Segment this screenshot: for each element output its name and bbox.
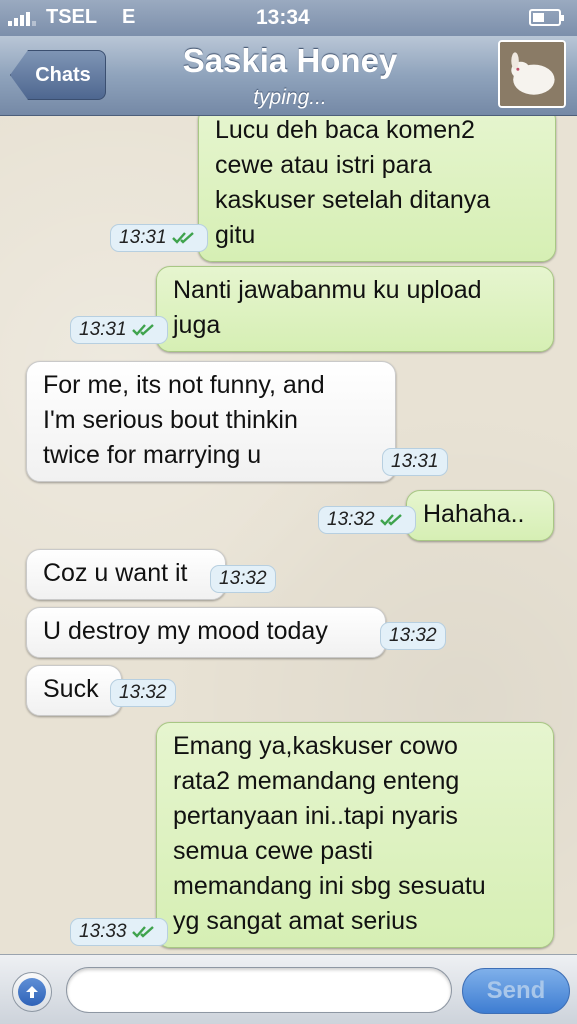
message-text: Lucu deh baca komen2 cewe atau istri par… — [215, 116, 491, 249]
outgoing-message-bubble[interactable]: Nanti jawabanmu ku upload juga — [156, 266, 554, 352]
read-double-check-icon — [171, 232, 194, 244]
message-timestamp: 13:32 — [318, 506, 416, 534]
message-timestamp: 13:31 — [110, 224, 208, 252]
timestamp-text: 13:32 — [327, 509, 375, 530]
message-input-bar: Send — [0, 954, 577, 1024]
attach-button[interactable] — [12, 972, 52, 1012]
message-text: Coz u want it — [43, 559, 188, 587]
network-type: E — [122, 6, 136, 28]
chat-history[interactable]: Lucu deh baca komen2 cewe atau istri par… — [0, 116, 577, 954]
message-text: Hahaha.. — [423, 500, 525, 528]
battery-icon — [529, 9, 564, 26]
message-input[interactable] — [66, 967, 452, 1013]
timestamp-text: 13:31 — [79, 319, 127, 340]
navigation-bar: Chats Saskia Honey typing... — [0, 36, 577, 116]
upload-arrow-icon — [18, 978, 46, 1006]
timestamp-text: 13:31 — [119, 227, 167, 248]
message-text: U destroy my mood today — [43, 617, 328, 645]
carrier-name: TSEL — [46, 6, 98, 28]
timestamp-text: 13:32 — [219, 568, 267, 589]
incoming-message-bubble[interactable]: Coz u want it — [26, 549, 226, 600]
message-timestamp: 13:32 — [380, 622, 446, 650]
rabbit-photo-icon — [500, 42, 564, 106]
battery-level — [533, 13, 544, 22]
message-timestamp: 13:31 — [382, 448, 448, 476]
read-double-check-icon — [379, 514, 402, 526]
timestamp-text: 13:33 — [79, 921, 127, 942]
back-to-chats-button[interactable]: Chats — [10, 50, 106, 100]
message-timestamp: 13:32 — [210, 565, 276, 593]
message-timestamp: 13:31 — [70, 316, 168, 344]
timestamp-text: 13:32 — [389, 625, 437, 646]
read-double-check-icon — [131, 324, 154, 336]
incoming-message-bubble[interactable]: Suck — [26, 665, 122, 716]
status-bar: TSEL E 13:34 — [0, 0, 577, 36]
signal-strength-icon — [8, 10, 36, 26]
message-text: For me, its not funny, and I'm serious b… — [43, 371, 325, 469]
contact-avatar[interactable] — [498, 40, 566, 108]
timestamp-text: 13:32 — [119, 682, 167, 703]
contact-name: Saskia Honey — [182, 42, 398, 79]
status-time: 13:34 — [256, 6, 310, 29]
timestamp-text: 13:31 — [391, 451, 439, 472]
message-timestamp: 13:33 — [70, 918, 168, 946]
incoming-message-bubble[interactable]: U destroy my mood today — [26, 607, 386, 658]
message-text: Nanti jawabanmu ku upload juga — [173, 276, 482, 339]
message-text: Suck — [43, 675, 99, 703]
read-double-check-icon — [131, 926, 154, 938]
incoming-message-bubble[interactable]: For me, its not funny, and I'm serious b… — [26, 361, 396, 482]
message-timestamp: 13:32 — [110, 679, 176, 707]
outgoing-message-bubble[interactable]: Hahaha.. — [406, 490, 554, 541]
outgoing-message-bubble[interactable]: Lucu deh baca komen2 cewe atau istri par… — [198, 116, 556, 262]
contact-status: typing... — [253, 86, 327, 109]
send-button[interactable]: Send — [462, 968, 570, 1014]
message-text: Emang ya,kaskuser cowo rata2 memandang e… — [173, 732, 486, 935]
outgoing-message-bubble[interactable]: Emang ya,kaskuser cowo rata2 memandang e… — [156, 722, 554, 948]
